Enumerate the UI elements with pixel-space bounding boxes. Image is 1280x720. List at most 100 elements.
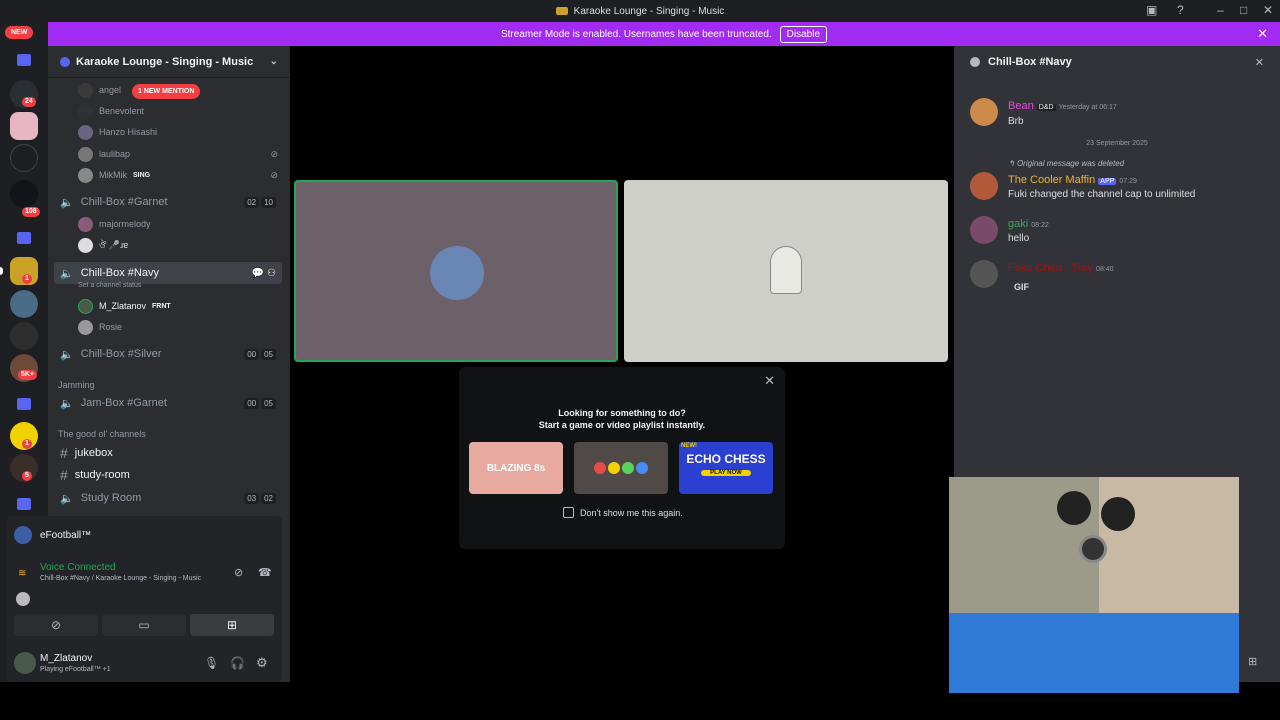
voice-user[interactable]: ঔ️ 🎤ɹɐ (78, 235, 128, 255)
voice-status[interactable]: Voice Connected (40, 562, 116, 573)
message[interactable]: The Cooler Maffin APP 07:29 Fuki changed… (970, 172, 1270, 202)
voice-user[interactable]: Benevolent (78, 101, 144, 121)
gem-icon (622, 462, 634, 474)
avatar (78, 167, 93, 183)
new-badge[interactable]: NEW (5, 26, 34, 39)
activity-row[interactable]: eFootball™ (14, 526, 91, 544)
user-panel: M_Zlatanov Playing eFootball™ +1 🎙 🎧 ⚙ (6, 648, 282, 682)
voice-user[interactable]: M_Zlatanov FRNT (78, 296, 171, 316)
activity-picker: ✕ Looking for something to do? Start a g… (459, 367, 785, 549)
voice-stage (290, 46, 954, 682)
message[interactable]: Fake Chen - Troy 08:40 GIF (970, 260, 1270, 300)
game-gems[interactable] (574, 442, 668, 494)
voice-channel-silver[interactable]: 🔈 Chill-Box #Silver 00 05 (54, 343, 282, 365)
server-folder-icon[interactable] (17, 232, 31, 244)
server-icon[interactable] (10, 112, 38, 140)
voice-user[interactable]: MikMik SING ⊘ (78, 165, 278, 185)
voice-user[interactable]: majormelody (78, 214, 151, 234)
message-author[interactable]: The Cooler Maffin (1008, 174, 1095, 186)
help-icon[interactable]: ? (1177, 3, 1184, 17)
server-folder-icon[interactable] (17, 398, 31, 410)
close-icon[interactable]: ✕ (1255, 56, 1264, 69)
speaker-icon: 🔈 (60, 267, 74, 280)
phone-lens (1057, 491, 1091, 525)
chat-icon[interactable]: 💬 ⚇ (252, 268, 276, 279)
server-icon[interactable] (10, 180, 38, 208)
text-channel-study-room[interactable]: # study-room (54, 465, 130, 485)
voice-user[interactable]: laulibap ⊘ (78, 144, 278, 164)
avatar[interactable] (970, 216, 998, 244)
voice-channel-study-room[interactable]: 🔈 Study Room 03 02 (54, 487, 282, 509)
voice-channel-jam[interactable]: 🔈 Jam-Box #Garnet 00 05 (54, 392, 282, 414)
reply-preview[interactable]: ↰ Original message was deleted (1008, 159, 1124, 168)
webcam-overlay[interactable] (949, 477, 1239, 693)
server-icon[interactable] (10, 144, 38, 172)
minimize-icon[interactable]: – (1217, 3, 1224, 17)
message-author[interactable]: Bean (1008, 100, 1034, 112)
server-folder-icon[interactable] (17, 498, 31, 510)
message[interactable]: Bean D&D Yesterday at 06:17 Brb (970, 98, 1270, 128)
headphones-icon[interactable]: 🎧 (230, 656, 245, 670)
activity-button[interactable]: ⊞ (190, 614, 274, 636)
checkbox[interactable] (563, 507, 574, 518)
game-blazing-8s[interactable]: BLAZING 8s (469, 442, 563, 494)
video-tile-user[interactable] (624, 180, 948, 362)
message-author[interactable]: Fake Chen - Troy (1008, 262, 1093, 274)
voice-user[interactable]: Hanzo Hisashi (78, 122, 157, 142)
avatar (78, 146, 93, 162)
panel-buttons: ⊘ ▭ ⊞ (14, 614, 274, 636)
mic-icon[interactable]: 🎙 (204, 656, 219, 670)
text-channel-jukebox[interactable]: # jukebox (54, 443, 113, 463)
server-badge: 5K+ (18, 370, 38, 380)
gamepad-icon[interactable]: ⊞ (1248, 655, 1257, 668)
close-banner-icon[interactable]: ✕ (1257, 26, 1268, 42)
settings-gear-icon[interactable]: ⚙ (256, 655, 268, 671)
user-name[interactable]: M_Zlatanov (40, 653, 92, 664)
disable-button[interactable]: Disable (779, 25, 828, 43)
channel-status[interactable]: Set a channel status (78, 282, 141, 289)
game-echo-chess[interactable]: NEW! ECHO CHESS PLAY NOW (679, 442, 773, 494)
avatar (78, 124, 93, 140)
noise-suppression-icon[interactable]: ⊘ (234, 566, 243, 579)
category-good[interactable]: The good ol' channels (58, 429, 146, 439)
gem-icon (608, 462, 620, 474)
chat-title: Chill-Box #Navy (988, 56, 1072, 68)
server-badge: 1 (22, 439, 32, 449)
voice-channel-navy[interactable]: 🔈 Chill-Box #Navy 💬 ⚇ (54, 262, 282, 284)
close-icon[interactable]: ✕ (764, 373, 775, 389)
server-header[interactable]: Karaoke Lounge - Singing - Music ⌄ (48, 46, 290, 78)
video-tile-self[interactable] (294, 180, 618, 362)
inbox-icon[interactable]: ▣ (1146, 3, 1157, 17)
close-window-icon[interactable]: ✕ (1263, 3, 1273, 17)
mention-badge[interactable]: 1 NEW MENTION (132, 84, 201, 99)
server-icon[interactable] (10, 290, 38, 318)
signal-icon[interactable]: ≋ (18, 568, 26, 579)
message[interactable]: gaki 08:22 hello (970, 216, 1270, 246)
category-jamming[interactable]: Jamming (58, 380, 95, 390)
hash-icon: # (60, 445, 68, 461)
speaker-icon: 🔈 (60, 196, 74, 209)
maximize-icon[interactable]: □ (1240, 3, 1247, 17)
muted-icon: ⊘ (270, 169, 278, 180)
disconnect-icon[interactable]: ☎ (258, 566, 272, 579)
dont-show-row[interactable]: Don't show me this again. (563, 507, 683, 518)
avatar[interactable] (970, 98, 998, 126)
voice-user[interactable]: Rosie (78, 317, 122, 337)
server-folder-icon[interactable] (17, 54, 31, 66)
gif-label[interactable]: GIF (1014, 282, 1029, 292)
screen-share-button[interactable]: ▭ (102, 614, 186, 636)
voice-user[interactable]: angel (78, 80, 121, 100)
avatar[interactable] (970, 172, 998, 200)
avatar[interactable] (14, 652, 36, 674)
avatar[interactable] (970, 260, 998, 288)
camera-off-button[interactable]: ⊘ (14, 614, 98, 636)
voice-channel-garnet[interactable]: 🔈 Chill-Box #Garnet 02 10 (54, 191, 282, 213)
avatar (78, 216, 93, 232)
speaker-icon: 🔈 (60, 397, 74, 410)
server-icon[interactable] (10, 322, 38, 350)
message-text: Brb (1008, 116, 1024, 127)
voice-channel-path[interactable]: Chill-Box #Navy / Karaoke Lounge - Singi… (40, 575, 201, 582)
app-badge: APP (1098, 178, 1117, 185)
message-author[interactable]: gaki (1008, 218, 1028, 230)
message-text: hello (1008, 233, 1030, 244)
